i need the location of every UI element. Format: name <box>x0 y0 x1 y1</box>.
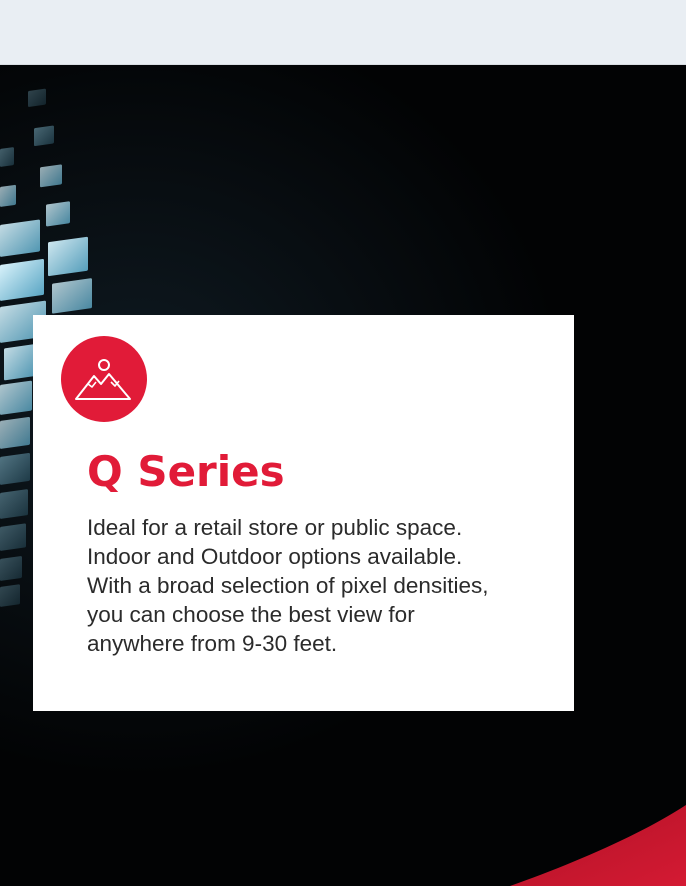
led-tile <box>0 147 14 167</box>
led-tile <box>34 125 54 147</box>
led-tile <box>0 584 20 607</box>
led-tile <box>28 88 46 107</box>
red-swoosh-shape <box>510 805 686 886</box>
mountains-sun-icon <box>61 336 147 422</box>
led-tile <box>46 201 70 227</box>
led-tile <box>0 452 30 485</box>
led-tile <box>52 278 92 314</box>
card-description: Ideal for a retail store or public space… <box>87 515 489 656</box>
led-tile <box>0 523 26 551</box>
led-tile <box>0 380 32 415</box>
led-tile <box>0 416 30 449</box>
header-band <box>0 0 686 65</box>
led-tile <box>0 219 40 257</box>
led-tile <box>40 164 62 188</box>
led-tile <box>0 489 28 519</box>
led-tile <box>48 236 88 277</box>
led-tile <box>0 184 16 207</box>
led-tile <box>4 344 34 381</box>
product-card: Q Series Ideal for a retail store or pub… <box>33 315 574 711</box>
led-tile <box>0 556 22 581</box>
led-tile <box>0 259 44 301</box>
card-title: Q Series <box>87 447 285 496</box>
